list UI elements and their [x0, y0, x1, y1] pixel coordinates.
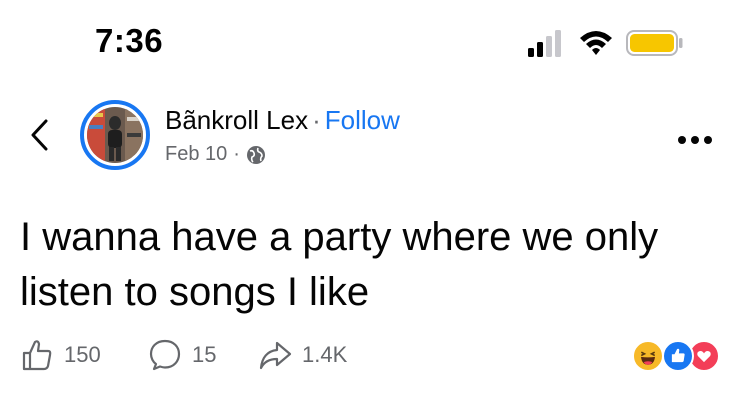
action-bar: 150 15 1.4K	[0, 335, 735, 375]
share-count: 1.4K	[302, 342, 348, 367]
comment-bubble-icon	[149, 339, 181, 371]
author-separator: ·	[312, 105, 321, 135]
share-button[interactable]: 1.4K	[258, 335, 347, 375]
avatar[interactable]	[80, 100, 150, 170]
wifi-icon	[580, 31, 612, 55]
post-date[interactable]: Feb 10	[165, 143, 227, 166]
like-count: 150	[64, 342, 101, 367]
like-button[interactable]: 150	[20, 335, 101, 375]
globe-icon	[246, 145, 265, 164]
post-text: I wanna have a party where we only liste…	[20, 215, 659, 314]
share-arrow-icon	[259, 341, 292, 370]
comment-count: 15	[192, 342, 217, 367]
author-line: Bãnkroll Lex · Follow	[165, 105, 400, 136]
thumbs-up-icon	[22, 340, 52, 371]
author-name[interactable]: Bãnkroll Lex	[165, 105, 308, 135]
status-time: 7:36	[95, 22, 164, 59]
reactions-summary[interactable]	[632, 340, 722, 372]
post-header: Bãnkroll Lex · Follow Feb 10 ·	[0, 95, 735, 175]
date-separator: ·	[233, 143, 240, 165]
follow-button[interactable]: Follow	[325, 105, 400, 135]
post-meta: Feb 10 ·	[165, 143, 266, 166]
comment-button[interactable]: 15	[148, 335, 216, 375]
like-reaction-icon	[662, 340, 694, 372]
back-chevron-icon[interactable]	[28, 117, 52, 153]
battery-icon	[626, 30, 683, 56]
status-bar: 7:36	[0, 0, 735, 90]
more-options-icon[interactable]	[677, 135, 713, 145]
avatar-photo	[87, 107, 143, 163]
cellular-signal-icon	[528, 30, 561, 57]
haha-reaction-icon	[632, 340, 664, 372]
status-icons	[526, 28, 696, 58]
